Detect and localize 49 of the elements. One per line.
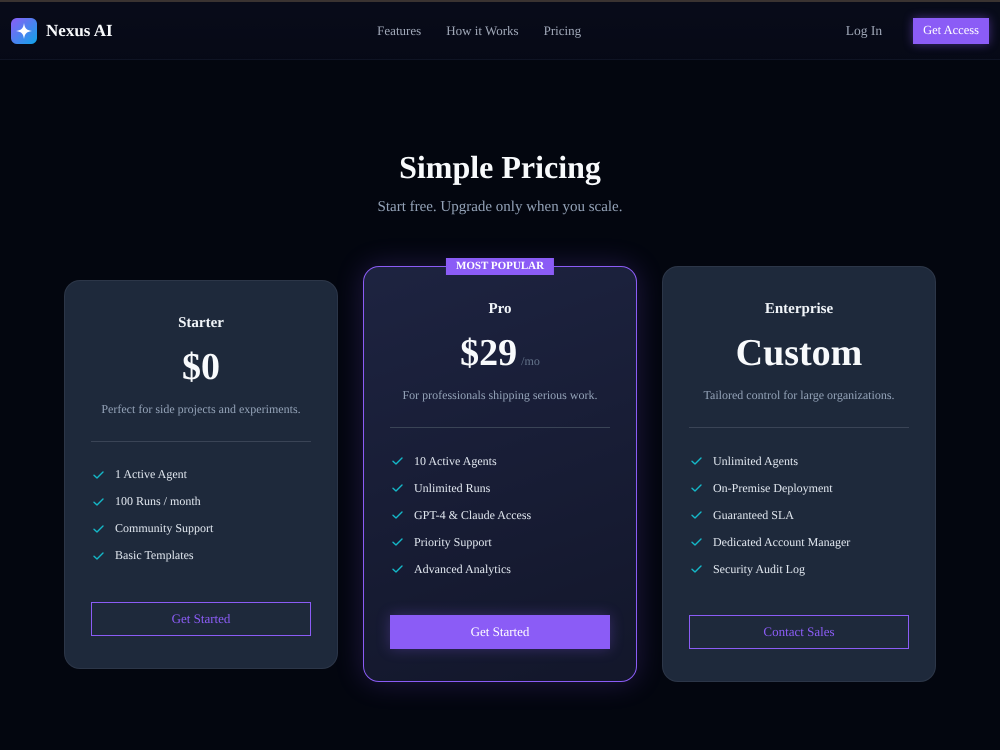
check-icon: [93, 552, 104, 560]
check-icon: [93, 498, 104, 506]
page-subtitle: Start free. Upgrade only when you scale.: [378, 198, 622, 216]
feature-text: Advanced Analytics: [414, 562, 511, 576]
plan-price: $0: [182, 344, 220, 388]
login-link[interactable]: Log In: [846, 22, 882, 38]
feature-text: Dedicated Account Manager: [713, 534, 850, 550]
popular-badge: MOST POPULAR: [446, 258, 554, 275]
check-icon: [691, 511, 702, 519]
check-icon: [392, 484, 403, 492]
check-icon: [691, 565, 702, 573]
feature-text: Basic Templates: [115, 548, 194, 563]
feature-text: Unlimited Runs: [414, 480, 490, 496]
plan-name: Enterprise: [764, 300, 834, 319]
feature-text: Community Support: [115, 521, 214, 536]
plan-description: Tailored control for large organizations.: [702, 387, 896, 403]
brand-name: Nexus AI: [46, 20, 113, 40]
feature-text: Priority Support: [414, 534, 492, 550]
check-icon: [93, 524, 104, 532]
check-icon: [392, 565, 403, 573]
check-icon: [691, 457, 702, 465]
check-icon: [392, 511, 403, 519]
feature-text: Unlimited Agents: [713, 454, 798, 468]
sparkle-icon: [11, 18, 37, 44]
nav-link[interactable]: How it Works: [446, 22, 519, 38]
plan-name: Pro: [487, 300, 513, 319]
feature-text: 100 Runs / month: [115, 494, 201, 509]
plan-description: For professionals shipping serious work.: [402, 387, 598, 403]
feature-text: Guaranteed SLA: [713, 508, 794, 522]
nav-link[interactable]: Features: [377, 22, 422, 38]
page-title: Simple Pricing: [399, 148, 601, 186]
feature-text: 10 Active Agents: [414, 454, 497, 468]
feature-text: GPT-4 & Claude Access: [414, 508, 532, 522]
feature-text: On-Premise Deployment: [713, 480, 833, 496]
check-icon: [691, 538, 702, 546]
feature-text: Security Audit Log: [713, 562, 805, 576]
feature-text: 1 Active Agent: [115, 467, 187, 482]
plan-price: $29: [460, 331, 518, 375]
get-access-button[interactable]: Get Access: [913, 18, 989, 44]
check-icon: [392, 457, 403, 465]
plan-name: Starter: [177, 314, 225, 332]
check-icon: [93, 470, 104, 478]
nav-link[interactable]: Pricing: [544, 22, 582, 38]
price-period: /mo: [521, 354, 540, 369]
plan-price: Custom: [736, 331, 862, 375]
plan-button[interactable]: Get Started: [390, 615, 610, 649]
plan-description: Perfect for side projects and experiments.: [100, 400, 302, 416]
check-icon: [691, 484, 702, 492]
check-icon: [392, 538, 403, 546]
